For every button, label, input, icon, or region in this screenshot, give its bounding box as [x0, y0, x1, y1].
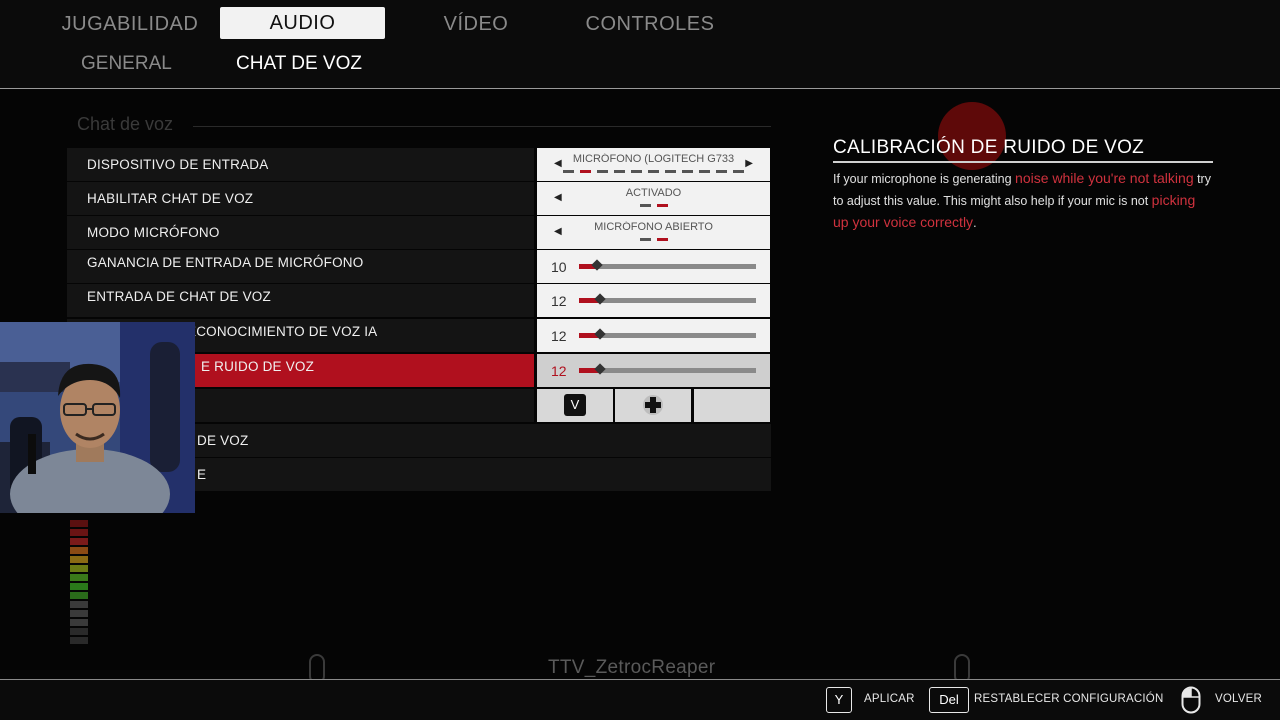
setting-label: ENTRADA DE CHAT DE VOZ: [87, 289, 271, 304]
option-indicator: [537, 204, 770, 207]
section-divider: [193, 126, 771, 127]
selector-value: MICRÓFONO ABIERTO: [594, 221, 713, 233]
slider-value: 10: [551, 259, 567, 275]
apply-key-icon[interactable]: Y: [826, 687, 852, 713]
key-v-icon: V: [564, 394, 586, 416]
slider-track[interactable]: [579, 293, 756, 305]
subtab-general[interactable]: GENERAL: [81, 50, 172, 78]
ai-voice-recognition-slider[interactable]: 12: [537, 319, 770, 352]
tab-jugabilidad[interactable]: JUGABILIDAD: [60, 8, 200, 40]
enable-voice-chat-selector[interactable]: ◀ ACTIVADO: [537, 182, 770, 215]
setting-label: E RUIDO DE VOZ: [201, 359, 315, 374]
setting-row-enable-voice-chat[interactable]: HABILITAR CHAT DE VOZ: [67, 182, 534, 215]
setting-row-input-device[interactable]: DISPOSITIVO DE ENTRADA: [67, 148, 534, 181]
input-device-selector[interactable]: ◀ MICRÓFONO (LOGITECH G733 ▶: [537, 148, 770, 181]
tab-video[interactable]: VÍDEO: [420, 8, 532, 40]
info-description: If your microphone is generating noise w…: [833, 170, 1211, 230]
setting-label: MODO MICRÓFONO: [87, 225, 220, 240]
info-title: CALIBRACIÓN DE RUIDO DE VOZ: [833, 137, 1145, 158]
slider-value: 12: [551, 363, 567, 379]
selector-value: MICRÓFONO (LOGITECH G733: [572, 153, 735, 165]
streamer-webcam-image: [0, 322, 195, 513]
keybind-keyboard-button[interactable]: V: [537, 389, 613, 422]
top-navigation: JUGABILIDAD AUDIO VÍDEO CONTROLES GENERA…: [0, 0, 1280, 89]
option-indicator: [537, 170, 770, 173]
info-divider: [833, 161, 1213, 163]
reset-settings-button[interactable]: RESTABLECER CONFIGURACIÓN: [974, 693, 1163, 705]
subtab-chat-de-voz[interactable]: CHAT DE VOZ: [236, 50, 362, 78]
setting-label: ECONOCIMIENTO DE VOZ IA: [187, 324, 378, 339]
slider-track[interactable]: [579, 259, 756, 271]
slider-value: 12: [551, 328, 567, 344]
setting-label: DE VOZ: [197, 433, 249, 448]
slider-track[interactable]: [579, 363, 756, 375]
mic-level-meter: [70, 520, 88, 660]
mouse-icon[interactable]: [1181, 686, 1201, 714]
arrow-right-icon[interactable]: ▶: [745, 158, 753, 169]
slider-track[interactable]: [579, 328, 756, 340]
setting-row-voice-chat-input[interactable]: ENTRADA DE CHAT DE VOZ: [67, 284, 534, 317]
streamer-watermark: TTV_ZetrocReaper: [548, 657, 716, 678]
setting-label: HABILITAR CHAT DE VOZ: [87, 191, 254, 206]
setting-row-mic-mode[interactable]: MODO MICRÓFONO: [67, 216, 534, 249]
voice-chat-input-slider[interactable]: 12: [537, 284, 770, 317]
info-highlight: noise while you're not talking: [1015, 170, 1194, 186]
mic-mode-selector[interactable]: ◀ MICRÓFONO ABIERTO: [537, 216, 770, 249]
keybind-controller-button[interactable]: [615, 389, 691, 422]
setting-label: E: [197, 467, 207, 482]
slider-value: 12: [551, 293, 567, 309]
voice-noise-calibration-slider[interactable]: 12: [537, 354, 770, 387]
setting-row-mic-gain[interactable]: GANANCIA DE ENTRADA DE MICRÓFONO: [67, 250, 534, 283]
back-button[interactable]: VOLVER: [1215, 693, 1262, 705]
webcam-overlay: [0, 322, 195, 513]
tab-audio[interactable]: AUDIO: [220, 7, 385, 39]
option-indicator: [537, 238, 770, 241]
apply-button[interactable]: APLICAR: [864, 693, 915, 705]
section-title: Chat de voz: [77, 114, 174, 134]
keybind-alternate-button[interactable]: [694, 389, 770, 422]
setting-label: GANANCIA DE ENTRADA DE MICRÓFONO: [87, 255, 364, 270]
mic-gain-slider[interactable]: 10: [537, 250, 770, 283]
tab-controles[interactable]: CONTROLES: [580, 8, 720, 40]
reset-key-icon[interactable]: Del: [929, 687, 969, 713]
setting-label: DISPOSITIVO DE ENTRADA: [87, 157, 269, 172]
selector-value: ACTIVADO: [625, 187, 682, 199]
dpad-icon: [643, 395, 663, 415]
background-decoration: [938, 102, 1006, 170]
